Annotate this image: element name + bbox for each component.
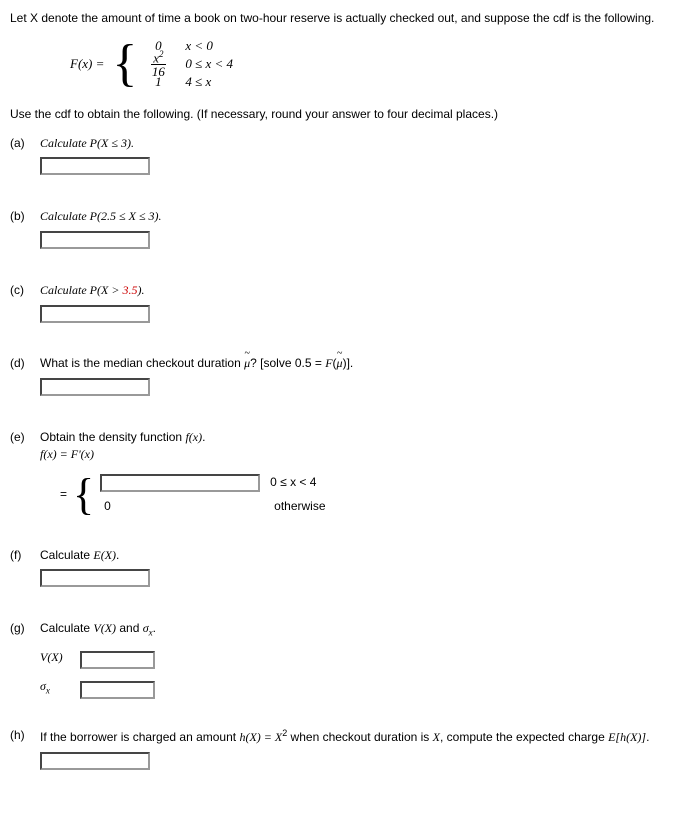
intro-text: Let X denote the amount of time a book o… bbox=[10, 10, 688, 27]
cdf-label: F(x) = bbox=[70, 55, 104, 73]
q-text-g: Calculate V(X) and σx. bbox=[40, 621, 156, 635]
q-text-b: Calculate P(2.5 ≤ X ≤ 3). bbox=[40, 209, 162, 223]
question-f: (f) Calculate E(X). bbox=[10, 547, 688, 593]
q-label-g: (g) bbox=[10, 620, 40, 699]
answer-input-c[interactable] bbox=[40, 305, 150, 323]
q-text-c: Calculate P(X > 3.5). bbox=[40, 283, 144, 297]
answer-input-f[interactable] bbox=[40, 569, 150, 587]
question-b: (b) Calculate P(2.5 ≤ X ≤ 3). bbox=[10, 208, 688, 254]
q-sub-e: f(x) = F'(x) bbox=[40, 447, 94, 461]
question-h: (h) If the borrower is charged an amount… bbox=[10, 727, 688, 775]
cdf-cond-2: 4 ≤ x bbox=[185, 73, 211, 91]
answer-input-b[interactable] bbox=[40, 231, 150, 249]
q-text-d: What is the median checkout duration μ? … bbox=[40, 356, 353, 370]
vx-label: V(X) bbox=[40, 649, 80, 666]
q-label-c: (c) bbox=[10, 282, 40, 328]
cdf-cond-1: 0 ≤ x < 4 bbox=[185, 55, 233, 73]
equals-sign: = bbox=[60, 486, 67, 503]
question-d: (d) What is the median checkout duration… bbox=[10, 355, 688, 401]
q-text-h: If the borrower is charged an amount h(X… bbox=[40, 730, 649, 744]
question-a: (a) Calculate P(X ≤ 3). bbox=[10, 135, 688, 181]
answer-input-d[interactable] bbox=[40, 378, 150, 396]
q-label-h: (h) bbox=[10, 727, 40, 775]
cdf-definition: F(x) = { 0 x < 0 x2 16 0 ≤ x < 4 1 4 ≤ x bbox=[70, 37, 688, 91]
q-label-a: (a) bbox=[10, 135, 40, 181]
answer-input-a[interactable] bbox=[40, 157, 150, 175]
question-e: (e) Obtain the density function f(x). f(… bbox=[10, 429, 688, 519]
sigma-label: σx bbox=[40, 678, 80, 697]
answer-input-g-vx[interactable] bbox=[80, 651, 155, 669]
answer-input-g-sigma[interactable] bbox=[80, 681, 155, 699]
q-label-f: (f) bbox=[10, 547, 40, 593]
q-label-b: (b) bbox=[10, 208, 40, 254]
brace-icon: { bbox=[112, 38, 137, 90]
e-zero: 0 bbox=[100, 498, 274, 515]
q-label-e: (e) bbox=[10, 429, 40, 519]
q-text-e: Obtain the density function f(x). bbox=[40, 430, 205, 444]
q-text-f: Calculate E(X). bbox=[40, 548, 119, 562]
question-c: (c) Calculate P(X > 3.5). bbox=[10, 282, 688, 328]
question-g: (g) Calculate V(X) and σx. V(X) σx bbox=[10, 620, 688, 699]
q-text-a: Calculate P(X ≤ 3). bbox=[40, 136, 134, 150]
answer-input-h[interactable] bbox=[40, 752, 150, 770]
instruction-text: Use the cdf to obtain the following. (If… bbox=[10, 106, 688, 123]
e-cond-2: otherwise bbox=[274, 498, 325, 515]
cdf-val-2: 1 bbox=[143, 73, 173, 91]
e-cond-1: 0 ≤ x < 4 bbox=[270, 474, 316, 491]
brace-icon-e: { bbox=[73, 473, 94, 517]
answer-input-e-fx[interactable] bbox=[100, 474, 260, 492]
q-label-d: (d) bbox=[10, 355, 40, 401]
cdf-cond-0: x < 0 bbox=[185, 37, 213, 55]
